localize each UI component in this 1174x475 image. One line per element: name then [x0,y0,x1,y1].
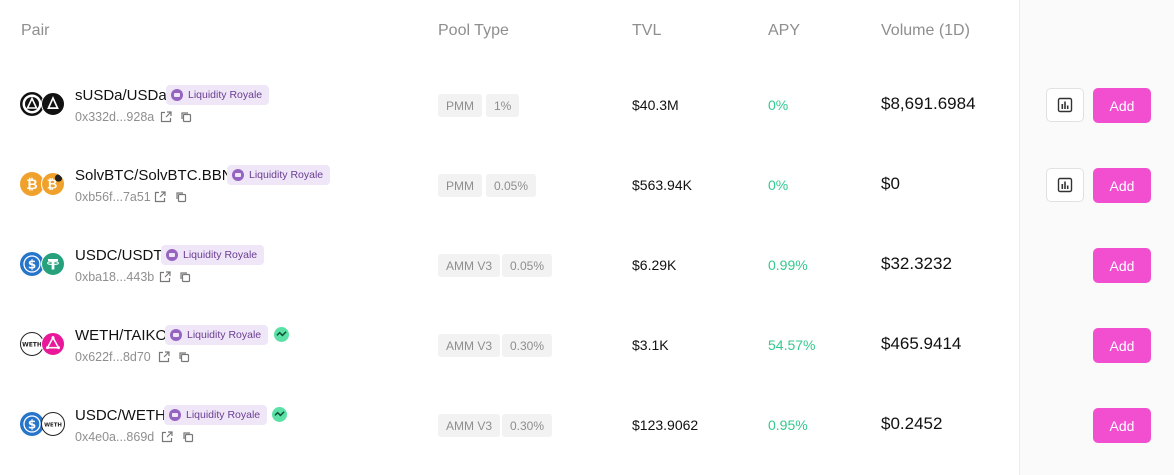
add-liquidity-button[interactable]: Add [1093,328,1151,363]
token-icons: $ [20,252,68,278]
tag-label: Liquidity Royale [183,249,258,261]
pair-name[interactable]: sUSDa/USDa [75,87,167,104]
apy-value: 0.99% [768,257,808,273]
liquidity-royale-tag: Liquidity Royale [166,85,270,105]
add-liquidity-button[interactable]: Add [1093,88,1151,123]
apy-value: 54.57% [768,337,816,353]
volume-value: $0.2452 [881,414,943,433]
copy-icon[interactable] [178,270,192,284]
liquidity-royale-tag: Liquidity Royale [165,325,269,345]
pair-name[interactable]: SolvBTC/SolvBTC.BBN [75,167,233,184]
copy-icon[interactable] [181,430,195,444]
volume-value: $8,691.6984 [881,94,976,113]
pool-type-pill: AMM V3 [438,334,501,357]
svg-text:WETH: WETH [22,342,42,349]
table-row[interactable]: WETH WETH/TAIKO Liquidity Royale 0x622f.… [0,306,1174,386]
volume-value: $0 [881,174,900,193]
liquidity-royale-tag: Liquidity Royale [227,165,331,185]
token-icons [20,92,68,118]
apy-value: 0% [768,177,789,193]
fee-tier-pill: 1% [486,94,520,117]
token-icons: $ WETH [20,412,68,438]
bar-chart-icon [1057,177,1073,193]
pair-name[interactable]: USDC/USDT [75,247,163,264]
liquidity-royale-icon [169,409,181,421]
chart-button[interactable] [1046,168,1084,202]
tvl-value: $3.1K [632,337,669,353]
table-row[interactable]: $ WETH USDC/WETH Liquidity Royale 0x4e0a… [0,386,1174,466]
taiko-token-icon [41,332,65,356]
chart-button[interactable] [1046,88,1084,122]
fee-tier-pill: 0.05% [502,254,553,277]
tvl-value: $123.9062 [632,417,699,433]
external-link-icon[interactable] [157,350,171,364]
tag-label: Liquidity Royale [188,89,263,101]
token-icons: ₿ ₿ [20,172,68,198]
tvl-value: $563.94K [632,177,692,193]
weth-token-icon: WETH [41,412,65,436]
copy-icon[interactable] [177,350,191,364]
pool-type-pill: PMM [438,174,482,197]
pool-address: 0x622f...8d70 [75,350,151,364]
external-link-icon[interactable] [159,110,173,124]
pair-name[interactable]: USDC/WETH [75,407,166,424]
fee-tier-pill: 0.30% [502,334,553,357]
header-apy[interactable]: APY [768,22,800,40]
liquidity-royale-icon [171,89,183,101]
pool-type-pill: PMM [438,94,482,117]
usdt-token-icon [41,252,65,276]
tvl-value: $40.3M [632,97,679,113]
copy-icon[interactable] [179,110,193,124]
bar-chart-icon [1057,97,1073,113]
svg-text:₿: ₿ [26,177,37,193]
liquidity-royale-icon [170,329,182,341]
header-tvl[interactable]: TVL [632,22,661,40]
add-liquidity-button[interactable]: Add [1093,408,1151,443]
pool-address: 0x332d...928a [75,110,155,124]
activity-badge-icon [274,327,289,342]
svg-text:$: $ [28,418,36,432]
svg-text:WETH: WETH [44,422,62,428]
apy-value: 0.95% [768,417,808,433]
solvbtc-bbn-token-icon: ₿ [41,172,65,196]
pool-address: 0x4e0a...869d [75,430,155,444]
volume-value: $465.9414 [881,334,962,353]
volume-value: $32.3232 [881,254,952,273]
liquidity-royale-tag: Liquidity Royale [161,245,265,265]
external-link-icon[interactable] [158,270,172,284]
header-pair[interactable]: Pair [21,22,49,40]
tag-label: Liquidity Royale [186,409,261,421]
pool-address: 0xb56f...7a51 [75,190,151,204]
header-pool-type[interactable]: Pool Type [438,22,509,40]
fee-tier-pill: 0.30% [502,414,553,437]
pair-name[interactable]: WETH/TAIKO [75,327,167,344]
pool-type-pill: AMM V3 [438,414,501,437]
activity-badge-icon [272,407,287,422]
header-volume[interactable]: Volume (1D) [881,22,970,40]
tag-label: Liquidity Royale [187,329,262,341]
token-icons: WETH [20,332,68,358]
liquidity-royale-icon [232,169,244,181]
liquidity-royale-tag: Liquidity Royale [164,405,268,425]
pool-type-pill: AMM V3 [438,254,501,277]
usda-token-icon [41,92,65,116]
pool-address: 0xba18...443b [75,270,155,284]
fee-tier-pill: 0.05% [486,174,537,197]
apy-value: 0% [768,97,789,113]
table-row[interactable]: ₿ ₿ SolvBTC/SolvBTC.BBN Liquidity Royale… [0,146,1174,226]
tvl-value: $6.29K [632,257,677,273]
external-link-icon[interactable] [160,430,174,444]
add-liquidity-button[interactable]: Add [1093,248,1151,283]
tag-label: Liquidity Royale [249,169,324,181]
liquidity-royale-icon [166,249,178,261]
copy-icon[interactable] [174,190,188,204]
table-row[interactable]: $ USDC/USDT Liquidity Royale 0xba18...44… [0,226,1174,306]
table-row[interactable]: sUSDa/USDa Liquidity Royale 0x332d...928… [0,66,1174,146]
svg-text:$: $ [28,258,36,272]
external-link-icon[interactable] [153,190,167,204]
add-liquidity-button[interactable]: Add [1093,168,1151,203]
